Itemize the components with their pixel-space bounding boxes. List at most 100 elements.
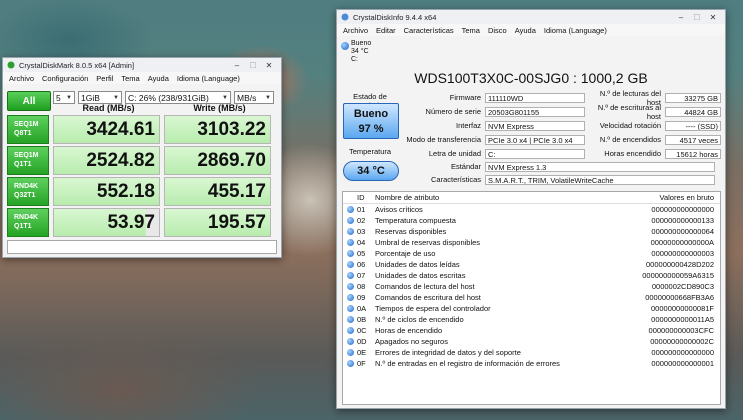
table-row[interactable]: 0D Apagados no seguros 00000000000002C <box>343 336 720 347</box>
table-row[interactable]: 01 Avisos críticos 000000000000000 <box>343 204 720 215</box>
menu-tema[interactable]: Tema <box>458 26 484 35</box>
col-raw[interactable]: Valores en bruto <box>624 193 720 202</box>
maximize-button[interactable]: ☐ <box>689 13 705 22</box>
info-key: Horas encendido <box>604 149 661 158</box>
status-dot-icon <box>343 338 357 345</box>
menu-tema[interactable]: Tema <box>117 74 143 83</box>
attr-name: Avisos críticos <box>375 205 423 214</box>
info-key: Modo de transferencia <box>406 135 481 144</box>
table-row[interactable]: 04 Umbral de reservas disponibles 00000000… <box>343 237 720 248</box>
cdi-menubar: Archivo Editar Características Tema Disc… <box>337 24 725 36</box>
cdi-titlebar[interactable]: CrystalDiskInfo 9.4.4 x64 – ☐ ✕ <box>337 10 725 24</box>
attr-id: 05 <box>357 249 366 258</box>
attr-name: Horas de encendido <box>375 326 443 335</box>
status-dot-icon <box>343 250 357 257</box>
menu-disco[interactable]: Disco <box>484 26 511 35</box>
attr-raw: 000000000000000 <box>651 205 714 214</box>
attr-raw: 00000000668FB3A6 <box>645 293 714 302</box>
attr-name: Unidades de datos leídas <box>375 260 460 269</box>
menu-ayuda[interactable]: Ayuda <box>511 26 540 35</box>
chevron-down-icon: ▼ <box>265 94 271 101</box>
attr-id: 03 <box>357 227 366 236</box>
menu-idioma[interactable]: Idioma (Language) <box>173 74 244 83</box>
app-icon <box>341 13 349 21</box>
chevron-down-icon: ▼ <box>66 94 72 101</box>
close-button[interactable]: ✕ <box>705 13 721 22</box>
table-row[interactable]: 06 Unidades de datos leídas 000000000428D2… <box>343 259 720 270</box>
table-row[interactable]: 03 Reservas disponibles 000000000000064 <box>343 226 720 237</box>
cdm-titlebar[interactable]: CrystalDiskMark 8.0.5 x64 [Admin] – ☐ ✕ <box>3 58 281 72</box>
attr-raw: 0000002CD890C3 <box>651 282 714 291</box>
test-label-1: RND4K <box>14 183 39 190</box>
table-row[interactable]: 05 Porcentaje de uso 000000000000003 <box>343 248 720 259</box>
crystaldiskinfo-window: CrystalDiskInfo 9.4.4 x64 – ☐ ✕ Archivo … <box>336 9 726 409</box>
standard-value: NVM Express 1.3 <box>485 161 715 172</box>
test-button[interactable]: SEQ1M Q1T1 <box>7 146 49 175</box>
cdm-statusbar <box>7 240 277 254</box>
table-row[interactable]: 08 Comandos de lectura del host 0000002CD8… <box>343 281 720 292</box>
table-row[interactable]: 0A Tiempos de espera del controlador 00000… <box>343 303 720 314</box>
table-row[interactable]: 0E Errores de integridad de datos y del s… <box>343 347 720 358</box>
test-label-2: Q32T1 <box>14 191 36 199</box>
table-row[interactable]: 0B N.º de ciclos de encendido 000000000001… <box>343 314 720 325</box>
crystaldiskmark-window: CrystalDiskMark 8.0.5 x64 [Admin] – ☐ ✕ … <box>2 57 282 258</box>
count-select[interactable]: 5 ▼ <box>53 91 75 104</box>
table-row[interactable]: 02 Temperatura compuesta 000000000000133 <box>343 215 720 226</box>
col-id[interactable]: ID <box>357 193 375 202</box>
health-status-button[interactable]: Bueno 97 % <box>343 103 399 139</box>
write-result: 455.17 <box>164 177 271 206</box>
maximize-button[interactable]: ☐ <box>245 61 261 70</box>
attr-raw: 0000000000011A5 <box>651 315 714 324</box>
menu-configuracion[interactable]: Configuración <box>38 74 92 83</box>
attr-raw: 000000000428D202 <box>646 260 714 269</box>
info-value: 111110WD <box>485 92 585 103</box>
table-row[interactable]: 0C Horas de encendido 000000000003CFC <box>343 325 720 336</box>
menu-editar[interactable]: Editar <box>372 26 400 35</box>
minimize-button[interactable]: – <box>229 61 245 70</box>
menu-caracteristicas[interactable]: Características <box>400 26 458 35</box>
minimize-button[interactable]: – <box>673 13 689 22</box>
read-header: Read (MB/s) <box>82 102 135 113</box>
close-button[interactable]: ✕ <box>261 61 277 70</box>
menu-archivo[interactable]: Archivo <box>5 74 38 83</box>
attr-raw: 00000000000081F <box>651 304 714 313</box>
menu-idioma[interactable]: Idioma (Language) <box>540 26 611 35</box>
attr-name: Porcentaje de uso <box>375 249 436 258</box>
test-button[interactable]: SEQ1M Q8T1 <box>7 115 49 144</box>
table-row[interactable]: 07 Unidades de datos escritas 000000000059… <box>343 270 720 281</box>
info-value: 20503G801155 <box>485 106 585 117</box>
menu-archivo[interactable]: Archivo <box>339 26 372 35</box>
result-row: RND4K Q1T1 53.97 195.57 <box>3 208 281 237</box>
size-select[interactable]: 1GiB ▼ <box>78 91 122 104</box>
smart-attribute-table[interactable]: ID Nombre de atributo Valores en bruto 0… <box>342 191 721 405</box>
result-row: SEQ1M Q8T1 3424.61 3103.22 <box>3 115 281 144</box>
status-dot-icon <box>343 305 357 312</box>
attr-id: 06 <box>357 260 366 269</box>
read-result: 53.97 <box>53 208 160 237</box>
write-result: 195.57 <box>164 208 271 237</box>
attr-id: 0C <box>357 326 367 335</box>
info-key: N.º de encendidos <box>599 135 661 144</box>
test-button[interactable]: RND4K Q1T1 <box>7 208 49 237</box>
read-result: 2524.82 <box>53 146 160 175</box>
all-button[interactable]: All <box>7 91 51 111</box>
drive-select[interactable]: C: 26% (238/931GiB) ▼ <box>125 91 231 104</box>
menu-ayuda[interactable]: Ayuda <box>144 74 173 83</box>
table-row[interactable]: 09 Comandos de escritura del host 00000000… <box>343 292 720 303</box>
menu-perfil[interactable]: Perfil <box>92 74 117 83</box>
attr-name: Tiempos de espera del controlador <box>375 304 491 313</box>
unit-select[interactable]: MB/s ▼ <box>234 91 274 104</box>
app-icon <box>7 61 15 69</box>
drive-tab-c[interactable]: Bueno 34 °C C: <box>339 40 371 64</box>
temperature-button[interactable]: 34 °C <box>343 161 399 181</box>
test-label-1: RND4K <box>14 214 39 221</box>
write-result: 3103.22 <box>164 115 271 144</box>
attr-raw: 000000000059A6315 <box>642 271 714 280</box>
test-button[interactable]: RND4K Q32T1 <box>7 177 49 206</box>
info-row: Número de serie 20503G801155 <box>405 106 585 117</box>
read-result: 552.18 <box>53 177 160 206</box>
col-name[interactable]: Nombre de atributo <box>375 193 624 202</box>
table-row[interactable]: 0F N.º de entradas en el registro de info… <box>343 358 720 369</box>
info-value: 33275 GB <box>665 92 721 103</box>
attr-name: Apagados no seguros <box>375 337 448 346</box>
